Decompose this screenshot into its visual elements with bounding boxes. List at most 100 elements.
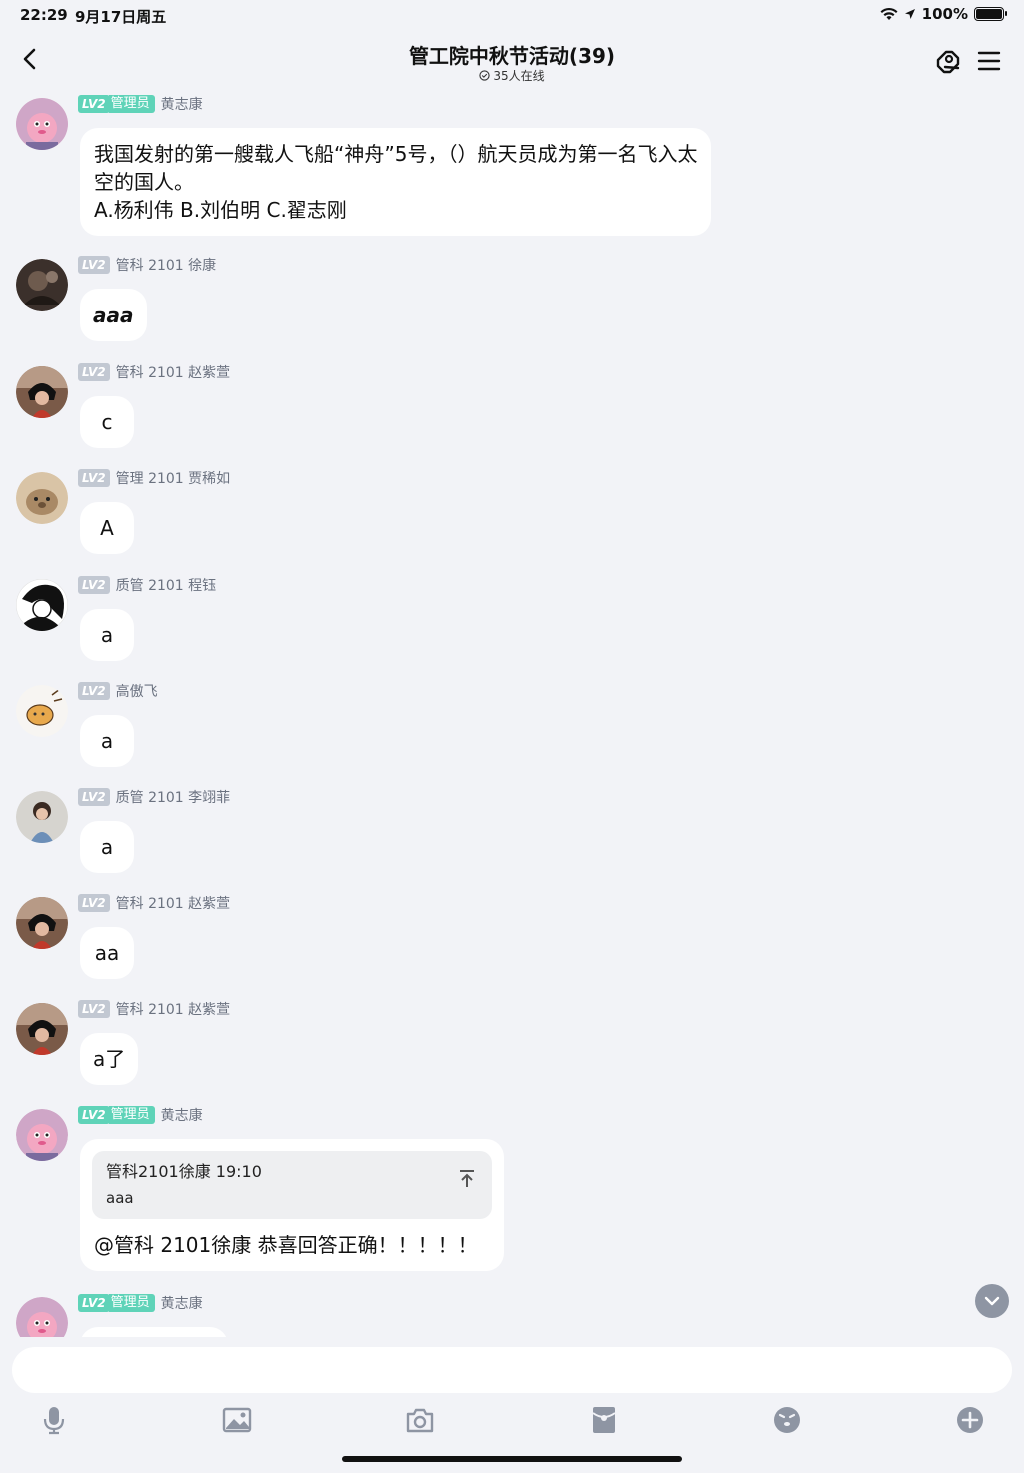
sender-name[interactable]: 管科 2101 赵紫萱: [116, 362, 231, 382]
sender-name[interactable]: 黄志康: [161, 1105, 203, 1125]
emoji-button[interactable]: [770, 1403, 804, 1437]
message-list[interactable]: LV2 管理员 黄志康 我国发射的第一艘载人飞船“神舟”5号，（）航天员成为第一名…: [0, 92, 1024, 1337]
red-packet-button[interactable]: [587, 1403, 621, 1437]
level-badge: LV2: [78, 1000, 110, 1018]
message-bubble[interactable]: a: [80, 609, 134, 661]
avatar[interactable]: [16, 1109, 68, 1161]
message-input[interactable]: [12, 1347, 1012, 1393]
sender-name[interactable]: 黄志康: [161, 1293, 203, 1313]
emoji-icon: [774, 1407, 800, 1433]
quoted-message[interactable]: 管科2101徐康 19:10 aaa: [92, 1151, 492, 1219]
quote-body: aaa: [106, 1189, 134, 1207]
message-text: @管科 2101徐康 恭喜回答正确！！！！！: [94, 1233, 478, 1257]
level-badge: LV2: [78, 469, 110, 487]
message-bubble[interactable]: aaa: [80, 289, 147, 341]
level-badge: LV2: [78, 256, 110, 274]
check-circle-icon: [479, 70, 490, 81]
avatar[interactable]: [16, 472, 68, 524]
sender-name[interactable]: 管科 2101 徐康: [116, 255, 217, 275]
avatar[interactable]: [16, 791, 68, 843]
sender-name[interactable]: 质管 2101 程钰: [116, 575, 217, 595]
avatar[interactable]: [16, 366, 68, 418]
message-text-line: 我国发射的第一艘载人飞船“神舟”5号，（）航天员成为第一名飞入太: [94, 142, 698, 166]
message-bubble[interactable]: 我国发射的第一艘载人飞船“神舟”5号，（）航天员成为第一名飞入太 空的国人。 A…: [80, 128, 712, 236]
avatar[interactable]: [16, 1003, 68, 1055]
level-badge: LV2: [78, 576, 110, 594]
message-text-line: A.杨利伟 B.刘伯明 C.翟志刚: [94, 198, 347, 222]
message-bubble[interactable]: aa: [80, 927, 134, 979]
message-text: aaa: [93, 303, 134, 327]
level-badge: LV2: [78, 682, 110, 700]
chat-header: 管工院中秋节活动(39) 35人在线: [0, 30, 1024, 92]
camera-icon: [406, 1408, 434, 1433]
message-meta: LV2 高傲飞: [78, 681, 158, 701]
message-text: A: [100, 516, 114, 540]
level-badge: LV2: [78, 95, 110, 113]
avatar[interactable]: [16, 98, 68, 150]
group-app-button[interactable]: [932, 46, 964, 78]
sender-name[interactable]: 管科 2101 赵紫萱: [116, 999, 231, 1019]
avatar[interactable]: [16, 1297, 68, 1337]
message-bubble[interactable]: c: [80, 396, 134, 448]
home-indicator: [342, 1456, 682, 1462]
location-arrow-icon: [904, 9, 915, 19]
level-badge: LV2: [78, 894, 110, 912]
level-badge: LV2: [78, 363, 110, 381]
message-meta: LV2 管科 2101 赵紫萱: [78, 362, 230, 382]
status-bar: 22:29 9月17日周五 100%: [0, 0, 1024, 30]
message-text: a了: [93, 1047, 126, 1071]
image-icon: [222, 1407, 252, 1433]
avatar[interactable]: [16, 897, 68, 949]
hamburger-menu-icon: [977, 51, 1001, 71]
message-meta: LV2 质管 2101 李翊菲: [78, 787, 230, 807]
role-badge: 管理员: [108, 95, 155, 113]
message-bubble[interactable]: A: [80, 502, 134, 554]
message-meta: LV2 管科 2101 赵紫萱: [78, 999, 230, 1019]
message-meta: LV2 管科 2101 徐康: [78, 255, 216, 275]
red-packet-icon: [592, 1407, 616, 1433]
message-bubble[interactable]: [80, 1327, 228, 1337]
message-meta: LV2 管理 2101 贾稀如: [78, 468, 230, 488]
level-badge: LV2: [78, 788, 110, 806]
camera-button[interactable]: [403, 1403, 437, 1437]
sender-name[interactable]: 质管 2101 李翊菲: [116, 787, 231, 807]
message-text: a: [100, 729, 114, 753]
status-right: 100%: [880, 5, 1007, 23]
status-time: 22:29: [20, 6, 68, 24]
menu-button[interactable]: [976, 48, 1002, 74]
battery-icon: [974, 7, 1007, 21]
image-button[interactable]: [220, 1403, 254, 1437]
message-bubble[interactable]: a了: [80, 1033, 139, 1085]
avatar[interactable]: [16, 579, 68, 631]
quote-header: 管科2101徐康 19:10: [106, 1162, 262, 1181]
more-button[interactable]: [953, 1403, 987, 1437]
sender-name[interactable]: 管理 2101 贾稀如: [116, 468, 231, 488]
composer-area: [0, 1337, 1024, 1473]
sender-name[interactable]: 黄志康: [161, 94, 203, 114]
voice-button[interactable]: [37, 1403, 71, 1437]
message-meta: LV2 管理员 黄志康: [78, 1105, 203, 1125]
scroll-to-bottom-button[interactable]: [975, 1284, 1009, 1318]
level-badge: LV2: [78, 1106, 110, 1124]
message-bubble[interactable]: 管科2101徐康 19:10 aaa @管科 2101徐康 恭喜回答正确！！！！…: [80, 1139, 504, 1271]
online-count: 35人在线: [493, 69, 545, 83]
message-text: a: [100, 623, 114, 647]
avatar[interactable]: [16, 685, 68, 737]
group-title: 管工院中秋节活动(39): [408, 44, 616, 68]
microphone-icon: [43, 1407, 65, 1435]
sender-name[interactable]: 管科 2101 赵紫萱: [116, 893, 231, 913]
message-meta: LV2 管理员 黄志康: [78, 1293, 203, 1313]
wifi-icon: [880, 7, 898, 20]
role-badge: 管理员: [108, 1106, 155, 1124]
plus-icon: [957, 1407, 983, 1433]
status-date: 9月17日周五: [75, 8, 167, 26]
message-text-line: 空的国人。: [94, 170, 194, 194]
sender-name[interactable]: 高傲飞: [116, 681, 158, 701]
message-meta: LV2 管科 2101 赵紫萱: [78, 893, 230, 913]
message-text: aa: [94, 941, 120, 965]
avatar[interactable]: [16, 259, 68, 311]
online-status: 35人在线: [0, 67, 1024, 84]
message-bubble[interactable]: a: [80, 715, 134, 767]
jump-to-top-icon[interactable]: [458, 1169, 476, 1189]
message-bubble[interactable]: a: [80, 821, 134, 873]
